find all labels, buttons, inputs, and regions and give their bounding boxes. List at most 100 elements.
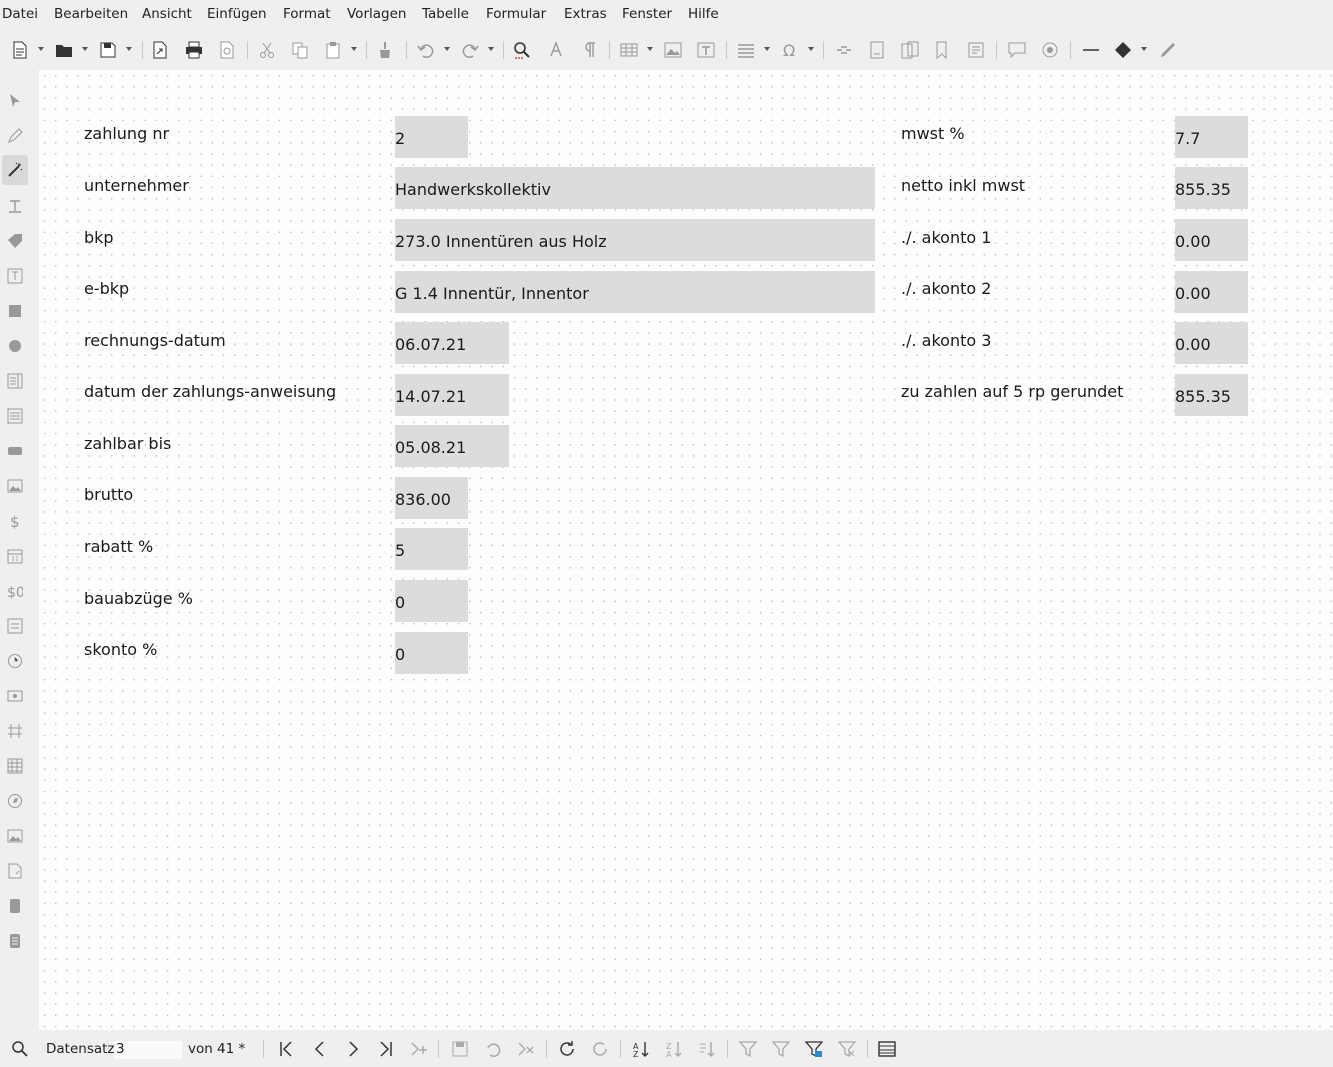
insert-field-icon[interactable] (735, 39, 757, 61)
save-record-icon[interactable] (449, 1038, 471, 1060)
field-bkp[interactable]: 273.0 Innentüren aus Holz (395, 219, 875, 261)
print-preview-icon[interactable] (216, 39, 238, 61)
combo-box-icon[interactable] (4, 405, 26, 427)
insert-endnote-icon[interactable] (899, 39, 921, 61)
formatting-marks-icon[interactable] (578, 39, 600, 61)
field-akonto-1[interactable]: 0.00 (1175, 219, 1248, 261)
data-source-as-table-icon[interactable] (876, 1038, 898, 1060)
previous-record-icon[interactable] (309, 1038, 331, 1060)
field-brutto[interactable]: 836.00 (395, 477, 468, 519)
time-field-icon[interactable] (4, 650, 26, 672)
numeric-field-icon[interactable] (4, 615, 26, 637)
apply-filter-icon[interactable] (770, 1038, 792, 1060)
currency-field-icon[interactable]: $ (4, 510, 26, 532)
insert-comment-icon[interactable] (1006, 39, 1028, 61)
last-record-icon[interactable] (375, 1038, 397, 1060)
field-datum-zahlungs-anweisung[interactable]: 14.07.21 (395, 374, 509, 416)
menu-vorlagen[interactable]: Vorlagen (347, 6, 406, 22)
first-record-icon[interactable] (275, 1038, 297, 1060)
menu-fenster[interactable]: Fenster (622, 6, 672, 22)
menu-hilfe[interactable]: Hilfe (688, 6, 719, 22)
navigation-bar-icon[interactable] (4, 790, 26, 812)
reset-filter-icon[interactable] (836, 1038, 858, 1060)
menu-extras[interactable]: Extras (564, 6, 607, 22)
open-folder-icon[interactable] (53, 39, 75, 61)
refresh-control-icon[interactable] (589, 1038, 611, 1060)
menu-tabelle[interactable]: Tabelle (422, 6, 469, 22)
form-design-wand-icon[interactable] (2, 155, 28, 185)
date-field-icon[interactable] (4, 545, 26, 567)
delete-record-icon[interactable] (515, 1038, 537, 1060)
new-document-icon[interactable] (9, 39, 31, 61)
option-button-icon[interactable] (4, 335, 26, 357)
insert-textbox-icon[interactable] (695, 39, 717, 61)
formatted-field-icon[interactable]: $0 (4, 580, 26, 602)
save-dropdown-icon[interactable] (126, 47, 132, 51)
print-icon[interactable] (183, 39, 205, 61)
insert-hyperlink-icon[interactable] (833, 39, 855, 61)
field-rechnungs-datum[interactable]: 06.07.21 (395, 322, 509, 364)
search-icon[interactable] (9, 1038, 31, 1060)
clone-formatting-icon[interactable] (374, 39, 396, 61)
sort-ascending-icon[interactable]: AZ (630, 1038, 652, 1060)
next-record-icon[interactable] (342, 1038, 364, 1060)
field-mwst[interactable]: 7.7 (1175, 116, 1248, 158)
field-rabatt[interactable]: 5 (395, 528, 468, 570)
image-control-icon[interactable] (4, 475, 26, 497)
field-akonto-3[interactable]: 0.00 (1175, 322, 1248, 364)
image-button-icon[interactable] (4, 825, 26, 847)
field-bauabzuege[interactable]: 0 (395, 580, 468, 622)
pattern-field-icon[interactable] (4, 720, 26, 742)
design-mode-pencil-icon[interactable] (4, 125, 26, 147)
sort-descending-icon[interactable]: ZA (663, 1038, 685, 1060)
special-char-dropdown-icon[interactable] (808, 47, 814, 51)
redo-icon[interactable] (459, 39, 481, 61)
menu-format[interactable]: Format (283, 6, 331, 22)
menu-bearbeiten[interactable]: Bearbeiten (54, 6, 128, 22)
special-character-icon[interactable]: Ω (779, 39, 801, 61)
checkbox-icon[interactable] (4, 300, 26, 322)
undo-icon[interactable] (415, 39, 437, 61)
label-field-icon[interactable] (4, 195, 26, 217)
menu-formular[interactable]: Formular (486, 6, 546, 22)
table-control-icon[interactable] (4, 755, 26, 777)
redo-dropdown-icon[interactable] (488, 47, 494, 51)
open-dropdown-icon[interactable] (82, 47, 88, 51)
menu-datei[interactable]: Datei (2, 6, 38, 22)
insert-line-icon[interactable] (1080, 39, 1102, 61)
field-zu-zahlen[interactable]: 855.35 (1175, 374, 1248, 416)
menu-einfuegen[interactable]: Einfügen (207, 6, 267, 22)
field-netto-inkl-mwst[interactable]: 855.35 (1175, 167, 1248, 209)
field-unternehmer[interactable]: Handwerkskollektiv (395, 167, 875, 209)
standard-filter-icon[interactable] (803, 1038, 825, 1060)
paste-icon[interactable] (322, 39, 344, 61)
draw-functions-icon[interactable] (1157, 39, 1179, 61)
undo-dropdown-icon[interactable] (444, 47, 450, 51)
insert-table-icon[interactable] (618, 39, 640, 61)
insert-footnote-icon[interactable] (866, 39, 888, 61)
track-changes-icon[interactable] (1039, 39, 1061, 61)
basic-shapes-icon[interactable] (1112, 39, 1134, 61)
form-navigator-icon[interactable] (4, 895, 26, 917)
select-pointer-icon[interactable] (4, 90, 26, 112)
tag-icon[interactable] (4, 230, 26, 252)
table-dropdown-icon[interactable] (647, 47, 653, 51)
insert-cross-reference-icon[interactable] (965, 39, 987, 61)
menu-ansicht[interactable]: Ansicht (142, 6, 192, 22)
new-dropdown-icon[interactable] (38, 47, 44, 51)
save-icon[interactable] (97, 39, 119, 61)
field-zahlbar-bis[interactable]: 05.08.21 (395, 425, 509, 467)
record-number-input[interactable]: 3 (114, 1041, 182, 1059)
find-replace-icon[interactable] (511, 39, 533, 61)
insert-bookmark-icon[interactable] (932, 39, 954, 61)
export-pdf-icon[interactable] (149, 39, 171, 61)
list-box-icon[interactable] (4, 370, 26, 392)
activation-order-icon[interactable] (4, 930, 26, 952)
form-properties-icon[interactable] (4, 860, 26, 882)
insert-image-icon[interactable] (662, 39, 684, 61)
file-selection-icon[interactable] (4, 685, 26, 707)
text-box-icon[interactable] (4, 265, 26, 287)
sort-order-icon[interactable] (696, 1038, 718, 1060)
field-akonto-2[interactable]: 0.00 (1175, 271, 1248, 313)
spelling-icon[interactable] (545, 39, 567, 61)
